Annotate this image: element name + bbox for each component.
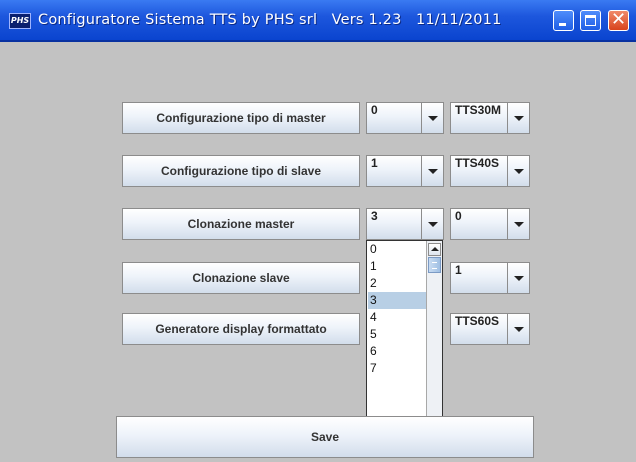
content-panel: Configurazione tipo di master 0 TTS30M C…	[0, 42, 636, 462]
chevron-down-icon[interactable]	[507, 263, 529, 293]
combo-value: TTS40S	[455, 156, 500, 170]
scroll-up-icon[interactable]	[428, 243, 441, 256]
master-type-config-button[interactable]: Configurazione tipo di master	[122, 102, 360, 134]
clone-slave-button[interactable]: Clonazione slave	[122, 262, 360, 294]
clone-master-button[interactable]: Clonazione master	[122, 208, 360, 240]
chevron-down-icon[interactable]	[421, 209, 443, 239]
chevron-down-icon[interactable]	[507, 156, 529, 186]
dropdown-option[interactable]: 2	[368, 275, 427, 292]
slave-type-config-button[interactable]: Configurazione tipo di slave	[122, 155, 360, 187]
window-title: Configuratore Sistema TTS by PHS srl Ver…	[38, 12, 502, 28]
master-type-number-combo[interactable]: 0	[366, 102, 444, 134]
combo-value: 1	[371, 156, 378, 170]
dropdown-option-selected[interactable]: 3	[368, 292, 427, 309]
maximize-button[interactable]	[580, 10, 601, 31]
close-button[interactable]: ✕	[608, 9, 629, 31]
main-window: PHS Configuratore Sistema TTS by PHS srl…	[0, 0, 636, 462]
maximize-icon	[585, 15, 596, 26]
combo-value: 3	[371, 209, 378, 223]
dropdown-option[interactable]: 0	[368, 241, 427, 258]
clone-master-source-combo[interactable]: 0	[450, 208, 530, 240]
chevron-down-icon[interactable]	[421, 103, 443, 133]
dropdown-option[interactable]: 5	[368, 326, 427, 343]
title-bar[interactable]: PHS Configuratore Sistema TTS by PHS srl…	[0, 0, 636, 42]
minimize-button[interactable]	[553, 10, 574, 31]
chevron-down-icon[interactable]	[507, 314, 529, 344]
chevron-down-icon[interactable]	[507, 103, 529, 133]
save-button[interactable]: Save	[116, 416, 534, 458]
app-icon: PHS	[9, 13, 31, 29]
combo-value: TTS60S	[455, 314, 500, 328]
dropdown-scrollbar[interactable]	[426, 241, 442, 431]
dropdown-list[interactable]: 0 1 2 3 4 5 6 7	[366, 240, 443, 432]
display-model-combo[interactable]: TTS60S	[450, 313, 530, 345]
slave-model-combo[interactable]: TTS40S	[450, 155, 530, 187]
dropdown-option[interactable]: 6	[368, 343, 427, 360]
clone-slave-source-combo[interactable]: 1	[450, 262, 530, 294]
scroll-thumb[interactable]	[428, 257, 441, 273]
dropdown-option[interactable]: 4	[368, 309, 427, 326]
slave-type-number-combo[interactable]: 1	[366, 155, 444, 187]
combo-value: 0	[455, 209, 462, 223]
dropdown-option[interactable]: 7	[368, 360, 427, 377]
chevron-down-icon[interactable]	[421, 156, 443, 186]
combo-value: 0	[371, 103, 378, 117]
clone-master-number-combo[interactable]: 3	[366, 208, 444, 240]
dropdown-option[interactable]: 1	[368, 258, 427, 275]
combo-value: TTS30M	[455, 103, 502, 117]
chevron-down-icon[interactable]	[507, 209, 529, 239]
close-icon: ✕	[610, 9, 627, 30]
minimize-icon	[559, 23, 566, 26]
combo-value: 1	[455, 263, 462, 277]
formatted-display-generator-button[interactable]: Generatore display formattato	[122, 313, 360, 345]
master-model-combo[interactable]: TTS30M	[450, 102, 530, 134]
